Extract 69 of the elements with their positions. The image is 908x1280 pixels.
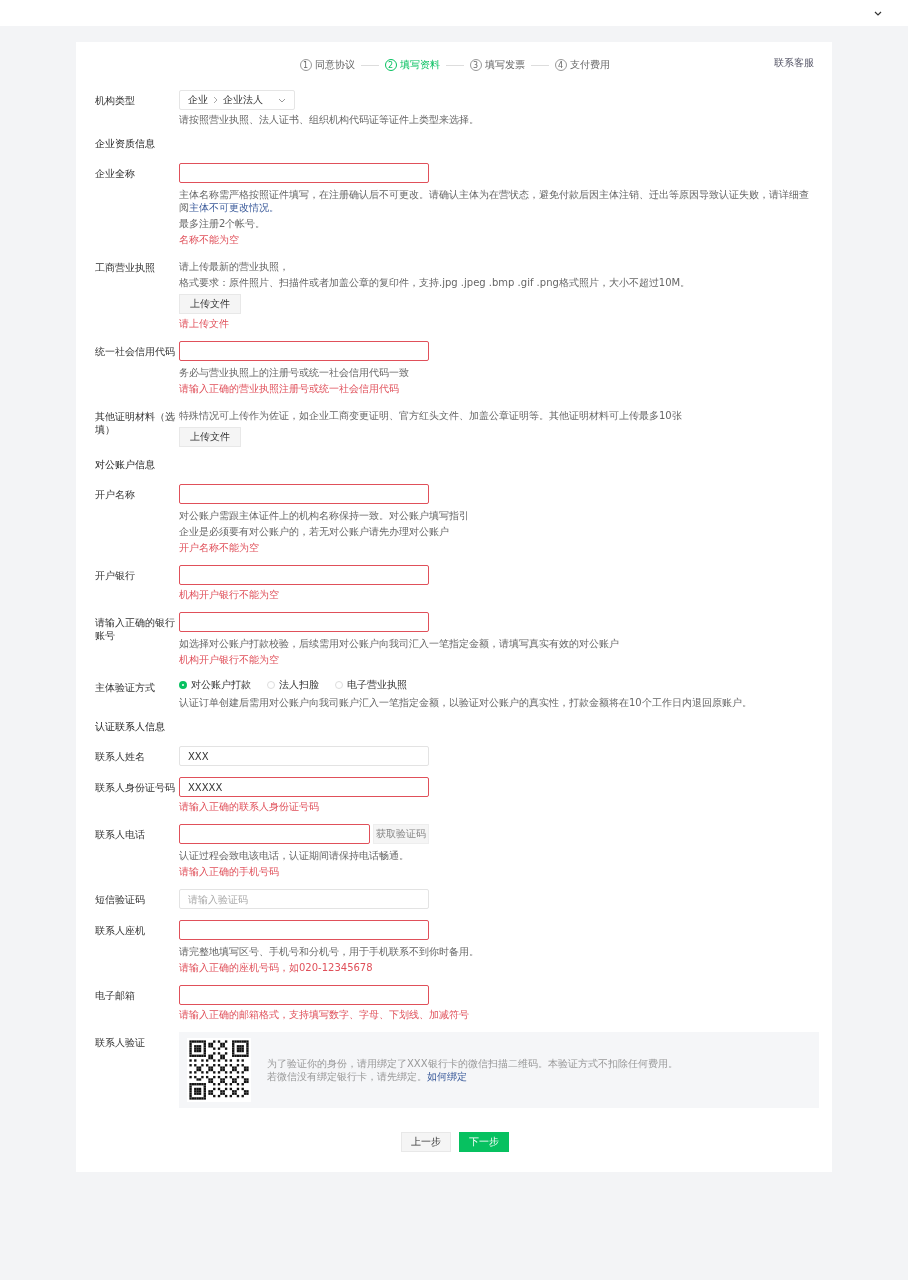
error-message: 请输入正确的手机号码 [179, 865, 279, 878]
chevron-down-icon[interactable] [874, 11, 882, 16]
field-label: 电子邮箱 [95, 989, 136, 1003]
text-input-field[interactable] [179, 985, 429, 1005]
hint-text: 最多注册2个帐号。 [179, 217, 266, 230]
field-label: 联系人验证 [95, 1036, 146, 1050]
hint-text: 请上传最新的营业执照， [179, 260, 289, 273]
error-message: 请输入正确的联系人身份证号码 [179, 800, 319, 813]
field-label: 机构类型 [95, 94, 136, 108]
hint-text: 对公账户需跟主体证件上的机构名称保持一致。对公账户填写指引 [179, 509, 469, 522]
back-button[interactable]: 上一步 [400, 1132, 451, 1152]
radio-option[interactable]: 法人扫脸 [267, 678, 319, 692]
upload-button[interactable]: 上传文件 [179, 427, 241, 447]
help-link[interactable]: 主体不可更改情况。 [189, 202, 279, 213]
text-input-field[interactable] [179, 920, 429, 940]
field-label: 联系人身份证号码 [95, 781, 175, 795]
section-title: 企业资质信息 [95, 137, 156, 151]
hint-text: 企业是必须要有对公账户的，若无对公账户请先办理对公账户 [179, 525, 449, 538]
organization-type-select[interactable]: 企业 企业法人 [179, 90, 295, 110]
radio-option[interactable]: 对公账户打款 [179, 678, 251, 692]
hint-text: 请完整地填写区号、手机号和分机号，用于手机联系不到你时备用。 [179, 945, 479, 958]
text-input-field[interactable] [179, 341, 429, 361]
text-input-field[interactable] [179, 565, 429, 585]
error-message: 请输入正确的邮箱格式，支持填写数字、字母、下划线、加减符号 [179, 1008, 469, 1021]
field-label: 主体验证方式 [95, 681, 156, 695]
text-input-field[interactable] [179, 163, 429, 183]
hint-text: 主体名称需严格按照证件填写，在注册确认后不可更改。请确认主体为在营状态，避免付款后因主体注销、迁出等原因导致认证失败，请详细查阅主体不可更改情况。 [179, 188, 810, 214]
section-title: 认证联系人信息 [95, 720, 166, 734]
hint-text: 格式要求：原件照片、扫描件或者加盖公章的复印件，支持.jpg .jpeg .bmp .gif .png格式照片，大小不超过10M。 [179, 276, 691, 289]
text-input-field[interactable]: XXX [179, 746, 429, 766]
contact-support-link[interactable]: 联系客服 [774, 56, 814, 70]
hint-text: 为了验证你的身份，请用绑定了XXX银行卡的微信扫描二维码。本验证方式不扣除任何费用。 [267, 1057, 678, 1070]
text-input-field[interactable] [179, 612, 429, 632]
hint-text: 认证订单创建后需用对公账户向我司账户汇入一笔指定金额，以验证对公账户的真实性，打款金额将在10个工作日内退回原账户。 [179, 696, 752, 709]
hint-text: 务必与营业执照上的注册号或统一社会信用代码一致 [179, 366, 409, 379]
field-label: 联系人座机 [95, 924, 146, 938]
field-label: 短信验证码 [95, 893, 146, 907]
step-tab[interactable]: 4 支付费用 [554, 58, 610, 72]
upload-button[interactable]: 上传文件 [179, 294, 241, 314]
field-label: 统一社会信用代码 [95, 345, 175, 359]
hint-text: 如选择对公账户打款校验，后续需用对公账户向我司汇入一笔指定金额，请填写真实有效的对公账户 [179, 637, 619, 650]
text-input-field[interactable]: XXXXX [179, 777, 429, 797]
hint-text: 认证过程会致电该电话，认证期间请保持电话畅通。 [179, 849, 409, 862]
field-label: 联系人电话 [95, 828, 146, 842]
step-tab[interactable]: 3 填写发票 [469, 58, 525, 72]
error-message: 名称不能为空 [179, 233, 239, 246]
help-link[interactable]: 如何绑定 [427, 1071, 467, 1082]
section-title: 对公账户信息 [95, 458, 156, 472]
hint-text: 若微信没有绑定银行卡，请先绑定。如何绑定 [267, 1070, 468, 1083]
error-message: 机构开户银行不能为空 [179, 653, 279, 666]
step-tab[interactable]: 1 同意协议 [299, 58, 355, 72]
field-label: 其他证明材料（选填） [95, 410, 175, 437]
field-label: 工商营业执照 [95, 261, 156, 275]
error-message: 机构开户银行不能为空 [179, 588, 279, 601]
error-message: 请上传文件 [179, 317, 229, 330]
hint-text: 请按照营业执照、法人证书、组织机构代码证等证件上类型来选择。 [179, 113, 479, 126]
error-message: 请输入正确的营业执照注册号或统一社会信用代码 [179, 382, 399, 395]
radio-option[interactable]: 电子营业执照 [335, 678, 407, 692]
qr-code-drawing [187, 1038, 251, 1102]
text-input-field[interactable] [179, 484, 429, 504]
field-label: 联系人姓名 [95, 750, 146, 764]
chevron-right-icon [213, 96, 218, 104]
field-label: 开户名称 [95, 488, 136, 502]
field-label: 请输入正确的银行账号 [95, 616, 175, 643]
error-message: 开户名称不能为空 [179, 541, 259, 554]
field-label: 企业全称 [95, 167, 136, 181]
error-message: 请输入正确的座机号码，如020-12345678 [179, 961, 373, 974]
field-label: 开户银行 [95, 569, 136, 583]
hint-text: 特殊情况可上传作为佐证，如企业工商变更证明、官方红头文件、加盖公章证明等。其他证明材料可上传最多10张 [179, 409, 682, 422]
